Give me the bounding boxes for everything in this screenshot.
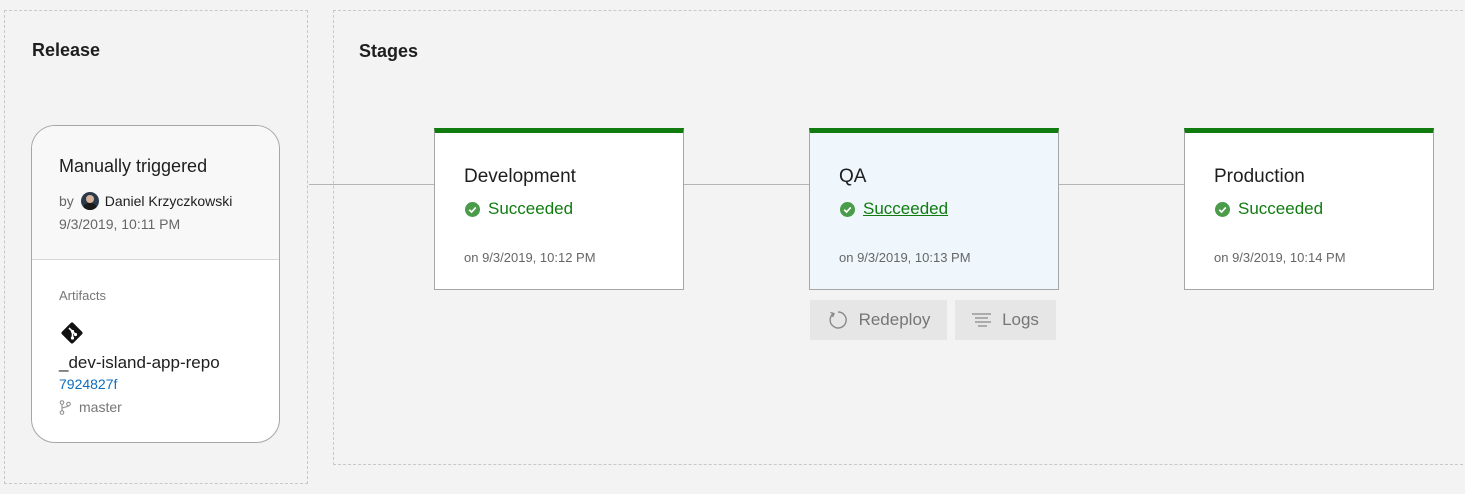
trigger-date: 9/3/2019, 10:11 PM xyxy=(59,216,181,232)
redeploy-icon xyxy=(829,311,847,329)
stage-status-text: Succeeded xyxy=(488,199,574,218)
stage-date: on 9/3/2019, 10:13 PM xyxy=(839,250,971,265)
pipeline-connector xyxy=(684,184,809,185)
trigger-author-row: by Daniel Krzyczkowski xyxy=(59,192,232,210)
release-section-title: Release xyxy=(32,40,101,60)
release-trigger-section: Manually triggered by Daniel Krzyczkowsk… xyxy=(32,126,279,260)
release-card[interactable]: Manually triggered by Daniel Krzyczkowsk… xyxy=(31,125,280,443)
stage-status: Succeeded xyxy=(465,199,573,219)
artifact-branch: master xyxy=(79,399,122,415)
stage-status-text: Succeeded xyxy=(1238,199,1324,218)
stages-section-title: Stages xyxy=(359,41,419,61)
success-check-icon xyxy=(465,201,480,217)
success-check-icon xyxy=(1215,201,1230,217)
redeploy-button[interactable]: Redeploy xyxy=(810,300,947,340)
trigger-title: Manually triggered xyxy=(59,156,208,176)
stage-status-link[interactable]: Succeeded xyxy=(863,199,948,219)
branch-icon xyxy=(59,399,71,415)
artifact-repo-name: _dev-island-app-repo xyxy=(59,353,220,372)
pipeline-connector xyxy=(309,184,434,185)
stage-date: on 9/3/2019, 10:14 PM xyxy=(1214,250,1346,265)
stage-name: Production xyxy=(1214,166,1305,187)
stage-card-production[interactable]: Production Succeeded on 9/3/2019, 10:14 … xyxy=(1184,128,1434,290)
success-check-icon xyxy=(840,201,855,217)
logs-label: Logs xyxy=(1002,310,1039,329)
artifacts-label: Artifacts xyxy=(59,288,106,303)
by-label: by xyxy=(59,193,74,209)
stage-date: on 9/3/2019, 10:12 PM xyxy=(464,250,596,265)
artifact-branch-row: master xyxy=(59,399,122,415)
pipeline-connector xyxy=(1059,184,1184,185)
stage-card-development[interactable]: Development Succeeded on 9/3/2019, 10:12… xyxy=(434,128,684,290)
redeploy-label: Redeploy xyxy=(858,310,931,329)
stage-name: QA xyxy=(839,166,867,187)
stage-name: Development xyxy=(464,166,576,187)
avatar xyxy=(80,192,99,210)
author-name: Daniel Krzyczkowski xyxy=(104,193,233,209)
logs-icon xyxy=(972,313,992,327)
stage-status: Succeeded xyxy=(1215,199,1323,219)
stage-card-qa[interactable]: QA Succeeded on 9/3/2019, 10:13 PM xyxy=(809,128,1059,290)
git-repo-icon xyxy=(61,322,83,344)
artifact-commit-link[interactable]: 7924827f xyxy=(59,376,117,392)
logs-button[interactable]: Logs xyxy=(955,300,1056,340)
stage-status[interactable]: Succeeded xyxy=(840,199,948,219)
